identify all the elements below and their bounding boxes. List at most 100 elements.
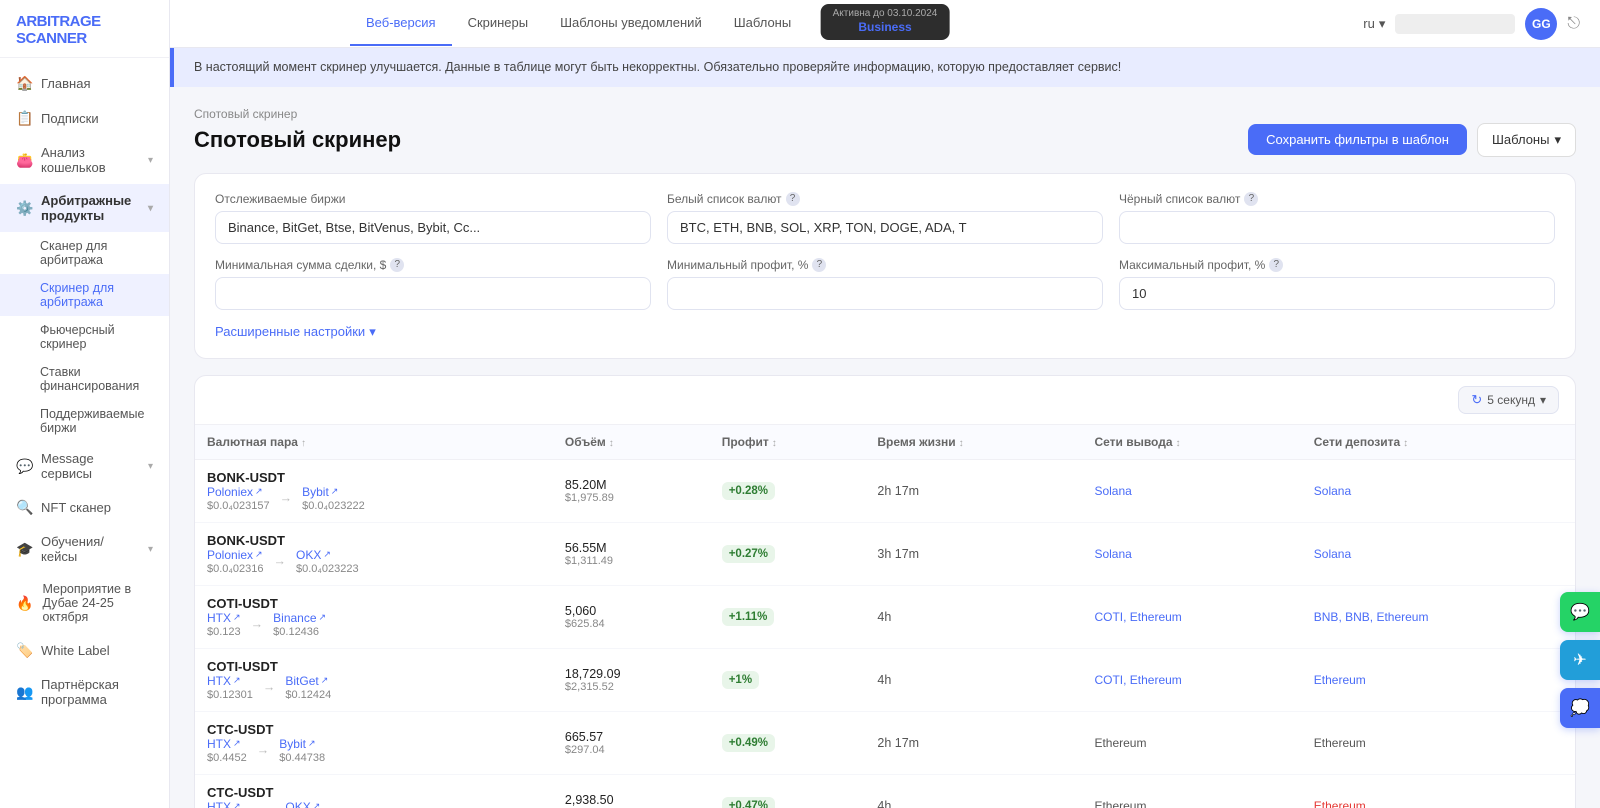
advanced-settings-toggle[interactable]: Расширенные настройки ▾ xyxy=(215,324,1555,340)
col-withdraw_networks[interactable]: Сети вывода↕ xyxy=(1082,425,1301,460)
from-exchange-link[interactable]: Poloniex ↗ xyxy=(207,548,264,562)
min-profit-input[interactable] xyxy=(667,277,1103,310)
tab-web[interactable]: Веб-версия xyxy=(350,1,452,46)
to-price: $0.12424 xyxy=(285,689,331,701)
from-exchange-link[interactable]: Poloniex ↗ xyxy=(207,485,270,499)
to-exchange-link[interactable]: Bybit ↗ xyxy=(302,485,365,499)
blacklist-help-icon[interactable]: ? xyxy=(1244,192,1258,206)
max-profit-input[interactable] xyxy=(1119,277,1555,310)
min-amount-help-icon[interactable]: ? xyxy=(390,258,404,272)
to-price: $0.44738 xyxy=(279,752,325,764)
withdraw-network[interactable]: COTI, Ethereum xyxy=(1094,610,1181,624)
col-profit[interactable]: Профит↕ xyxy=(710,425,866,460)
table-row[interactable]: COTI-USDT HTX ↗ $0.123 → Binance ↗ $0.12… xyxy=(195,585,1575,648)
col-pair[interactable]: Валютная пара↑ xyxy=(195,425,553,460)
deposit-network[interactable]: BNB, BNB, Ethereum xyxy=(1314,610,1429,624)
deposit-network[interactable]: Ethereum xyxy=(1314,736,1366,750)
whitelist-input[interactable] xyxy=(667,211,1103,244)
deposit-network[interactable]: Ethereum xyxy=(1314,799,1366,808)
profit-badge: +0.28% xyxy=(722,482,775,500)
lifetime-value: 4h xyxy=(877,673,891,687)
cell-pair: BONK-USDT Poloniex ↗ $0.0₄023157 → Bybit… xyxy=(195,459,553,522)
blacklist-input[interactable] xyxy=(1119,211,1555,244)
sidebar-item-supported-exchanges[interactable]: Поддерживаемые биржи xyxy=(0,400,169,442)
from-exchange-link[interactable]: HTX ↗ xyxy=(207,800,253,808)
external-link-icon: ↗ xyxy=(331,486,339,497)
table-row[interactable]: COTI-USDT HTX ↗ $0.12301 → BitGet ↗ $0.1… xyxy=(195,648,1575,711)
to-exchange-link[interactable]: OKX ↗ xyxy=(285,800,331,808)
sidebar-item-dubai-event[interactable]: 🔥Мероприятие в Дубае 24-25 октября xyxy=(0,573,169,633)
from-exchange-link[interactable]: HTX ↗ xyxy=(207,737,247,751)
subscriptions-icon: 📋 xyxy=(16,110,32,127)
refresh-button[interactable]: ↻ 5 секунд ▾ xyxy=(1458,386,1559,414)
sidebar-item-screener-arb[interactable]: Скринер для арбитража xyxy=(0,274,169,316)
min-amount-input[interactable] xyxy=(215,277,651,310)
deposit-network[interactable]: Ethereum xyxy=(1314,673,1366,687)
save-filters-button[interactable]: Сохранить фильтры в шаблон xyxy=(1248,124,1467,155)
plan-badge: Активна до 03.10.2024 Business xyxy=(821,4,950,40)
pair-name: CTC-USDT xyxy=(207,722,541,737)
table-row[interactable]: CTC-USDT HTX ↗ $0.44522 → OKX ↗ $0.44731… xyxy=(195,774,1575,808)
sidebar-item-message-services[interactable]: 💬Message сервисы▾ xyxy=(0,442,169,490)
sidebar-item-wallet-analysis[interactable]: 👛Анализ кошельков▾ xyxy=(0,136,169,184)
min-profit-label: Минимальный профит, % ? xyxy=(667,258,1103,272)
language-selector[interactable]: ru ▾ xyxy=(1363,16,1385,32)
chat-button[interactable]: 💭 xyxy=(1560,688,1600,728)
sidebar-item-partner-program[interactable]: 👥 Партнёрская программа xyxy=(0,668,169,716)
sidebar-item-education[interactable]: 🎓Обучения/кейсы▾ xyxy=(0,525,169,573)
sidebar: ARBITRAGE SCANNER 🏠Главная📋Подписки👛Анал… xyxy=(0,0,170,808)
whitelist-help-icon[interactable]: ? xyxy=(786,192,800,206)
withdraw-network[interactable]: Ethereum xyxy=(1094,799,1146,808)
to-exchange-link[interactable]: OKX ↗ xyxy=(296,548,359,562)
withdraw-network[interactable]: COTI, Ethereum xyxy=(1094,673,1181,687)
table-row[interactable]: BONK-USDT Poloniex ↗ $0.0₄02316 → OKX ↗ … xyxy=(195,522,1575,585)
telegram-button[interactable]: ✈ xyxy=(1560,640,1600,680)
to-exchange-link[interactable]: Binance ↗ xyxy=(273,611,326,625)
partner-program-icon: 👥 xyxy=(16,684,32,701)
float-buttons: 💬 ✈ 💭 xyxy=(1560,592,1600,728)
sidebar-item-scanner-arb[interactable]: Сканер для арбитража xyxy=(0,232,169,274)
deposit-network[interactable]: Solana xyxy=(1314,484,1351,498)
cell-pair: BONK-USDT Poloniex ↗ $0.0₄02316 → OKX ↗ … xyxy=(195,522,553,585)
max-profit-help-icon[interactable]: ? xyxy=(1269,258,1283,272)
table-row[interactable]: BONK-USDT Poloniex ↗ $0.0₄023157 → Bybit… xyxy=(195,459,1575,522)
exchanges-input[interactable] xyxy=(215,211,651,244)
from-exchange-link[interactable]: HTX ↗ xyxy=(207,611,241,625)
sort-icon: ↑ xyxy=(301,438,306,449)
cell-volume: 5,060$625.84 xyxy=(553,585,710,648)
sidebar-item-futures-screener[interactable]: Фьючерсный скринер xyxy=(0,316,169,358)
col-volume[interactable]: Объём↕ xyxy=(553,425,710,460)
sidebar-item-arb-products[interactable]: ⚙️Арбитражные продукты▾ xyxy=(0,184,169,232)
to-exchange-link[interactable]: BitGet ↗ xyxy=(285,674,331,688)
tab-screeners[interactable]: Скринеры xyxy=(452,1,545,46)
sidebar-item-subscriptions[interactable]: 📋Подписки xyxy=(0,101,169,136)
pair-name: BONK-USDT xyxy=(207,533,541,548)
deposit-network[interactable]: Solana xyxy=(1314,547,1351,561)
col-lifetime[interactable]: Время жизни↕ xyxy=(865,425,1082,460)
min-profit-help-icon[interactable]: ? xyxy=(812,258,826,272)
info-banner: В настоящий момент скринер улучшается. Д… xyxy=(170,48,1600,87)
withdraw-network[interactable]: Ethereum xyxy=(1094,736,1146,750)
chevron-down-icon: ▾ xyxy=(1379,16,1386,32)
logout-button[interactable]: ⎋ xyxy=(1567,15,1580,33)
cell-deposit-networks: BNB, BNB, Ethereum xyxy=(1302,585,1575,648)
volume-usd: $297.04 xyxy=(565,744,698,756)
sidebar-item-home[interactable]: 🏠Главная xyxy=(0,66,169,101)
withdraw-network[interactable]: Solana xyxy=(1094,484,1131,498)
from-exchange-link[interactable]: HTX ↗ xyxy=(207,674,253,688)
sidebar-item-label: White Label xyxy=(41,643,110,658)
tab-templates[interactable]: Шаблоны xyxy=(718,1,808,46)
sidebar-item-white-label[interactable]: 🏷️White Label xyxy=(0,633,169,668)
tab-notification-templates[interactable]: Шаблоны уведомлений xyxy=(544,1,718,46)
sort-icon: ↕ xyxy=(959,438,964,449)
sidebar-item-label: Обучения/кейсы xyxy=(41,534,139,564)
sidebar-item-nft-scanner[interactable]: 🔍NFT сканер xyxy=(0,490,169,525)
col-deposit_networks[interactable]: Сети депозита↕ xyxy=(1302,425,1575,460)
withdraw-network[interactable]: Solana xyxy=(1094,547,1131,561)
sidebar-item-label: Партнёрская программа xyxy=(41,677,153,707)
sidebar-item-funding-rates[interactable]: Ставки финансирования xyxy=(0,358,169,400)
table-row[interactable]: CTC-USDT HTX ↗ $0.4452 → Bybit ↗ $0.4473… xyxy=(195,711,1575,774)
whatsapp-button[interactable]: 💬 xyxy=(1560,592,1600,632)
to-exchange-link[interactable]: Bybit ↗ xyxy=(279,737,325,751)
templates-button[interactable]: Шаблоны ▾ xyxy=(1477,123,1576,157)
